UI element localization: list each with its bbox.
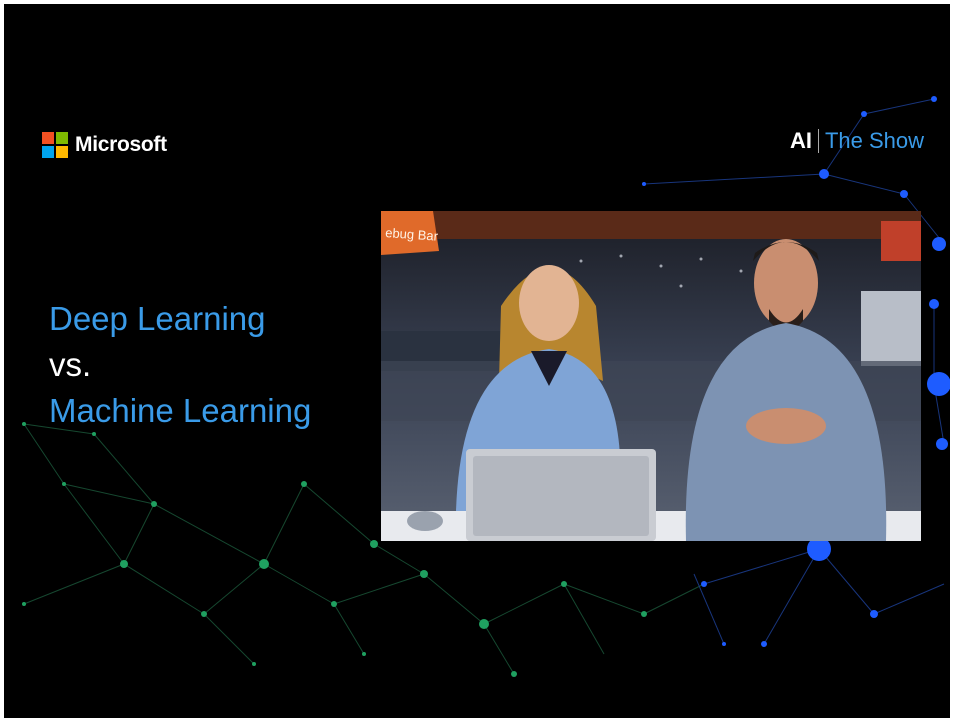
show-title-ai: AI [789, 128, 812, 153]
microsoft-logo: Microsoft [42, 132, 167, 158]
logo-square-blue [42, 146, 54, 158]
show-title-divider [817, 129, 819, 153]
headline-line-1: Deep Learning [49, 300, 266, 337]
show-title: AI The Show [790, 128, 924, 154]
logo-square-yellow [56, 146, 68, 158]
logo-square-green [56, 132, 68, 144]
thumbnail-frame: Microsoft AI The Show Deep Learning vs. … [4, 4, 950, 718]
microsoft-wordmark: Microsoft [75, 133, 167, 156]
logo-square-red [42, 132, 54, 144]
presenters-scene: ebug Bar [381, 211, 921, 541]
show-title-name: The Show [824, 128, 924, 153]
headline: Deep Learning vs. Machine Learning [49, 296, 311, 434]
headline-line-3: Machine Learning [49, 392, 312, 429]
headline-line-2: vs. [49, 346, 92, 383]
video-still: ebug Bar [381, 211, 921, 541]
microsoft-logo-icon [42, 132, 68, 158]
